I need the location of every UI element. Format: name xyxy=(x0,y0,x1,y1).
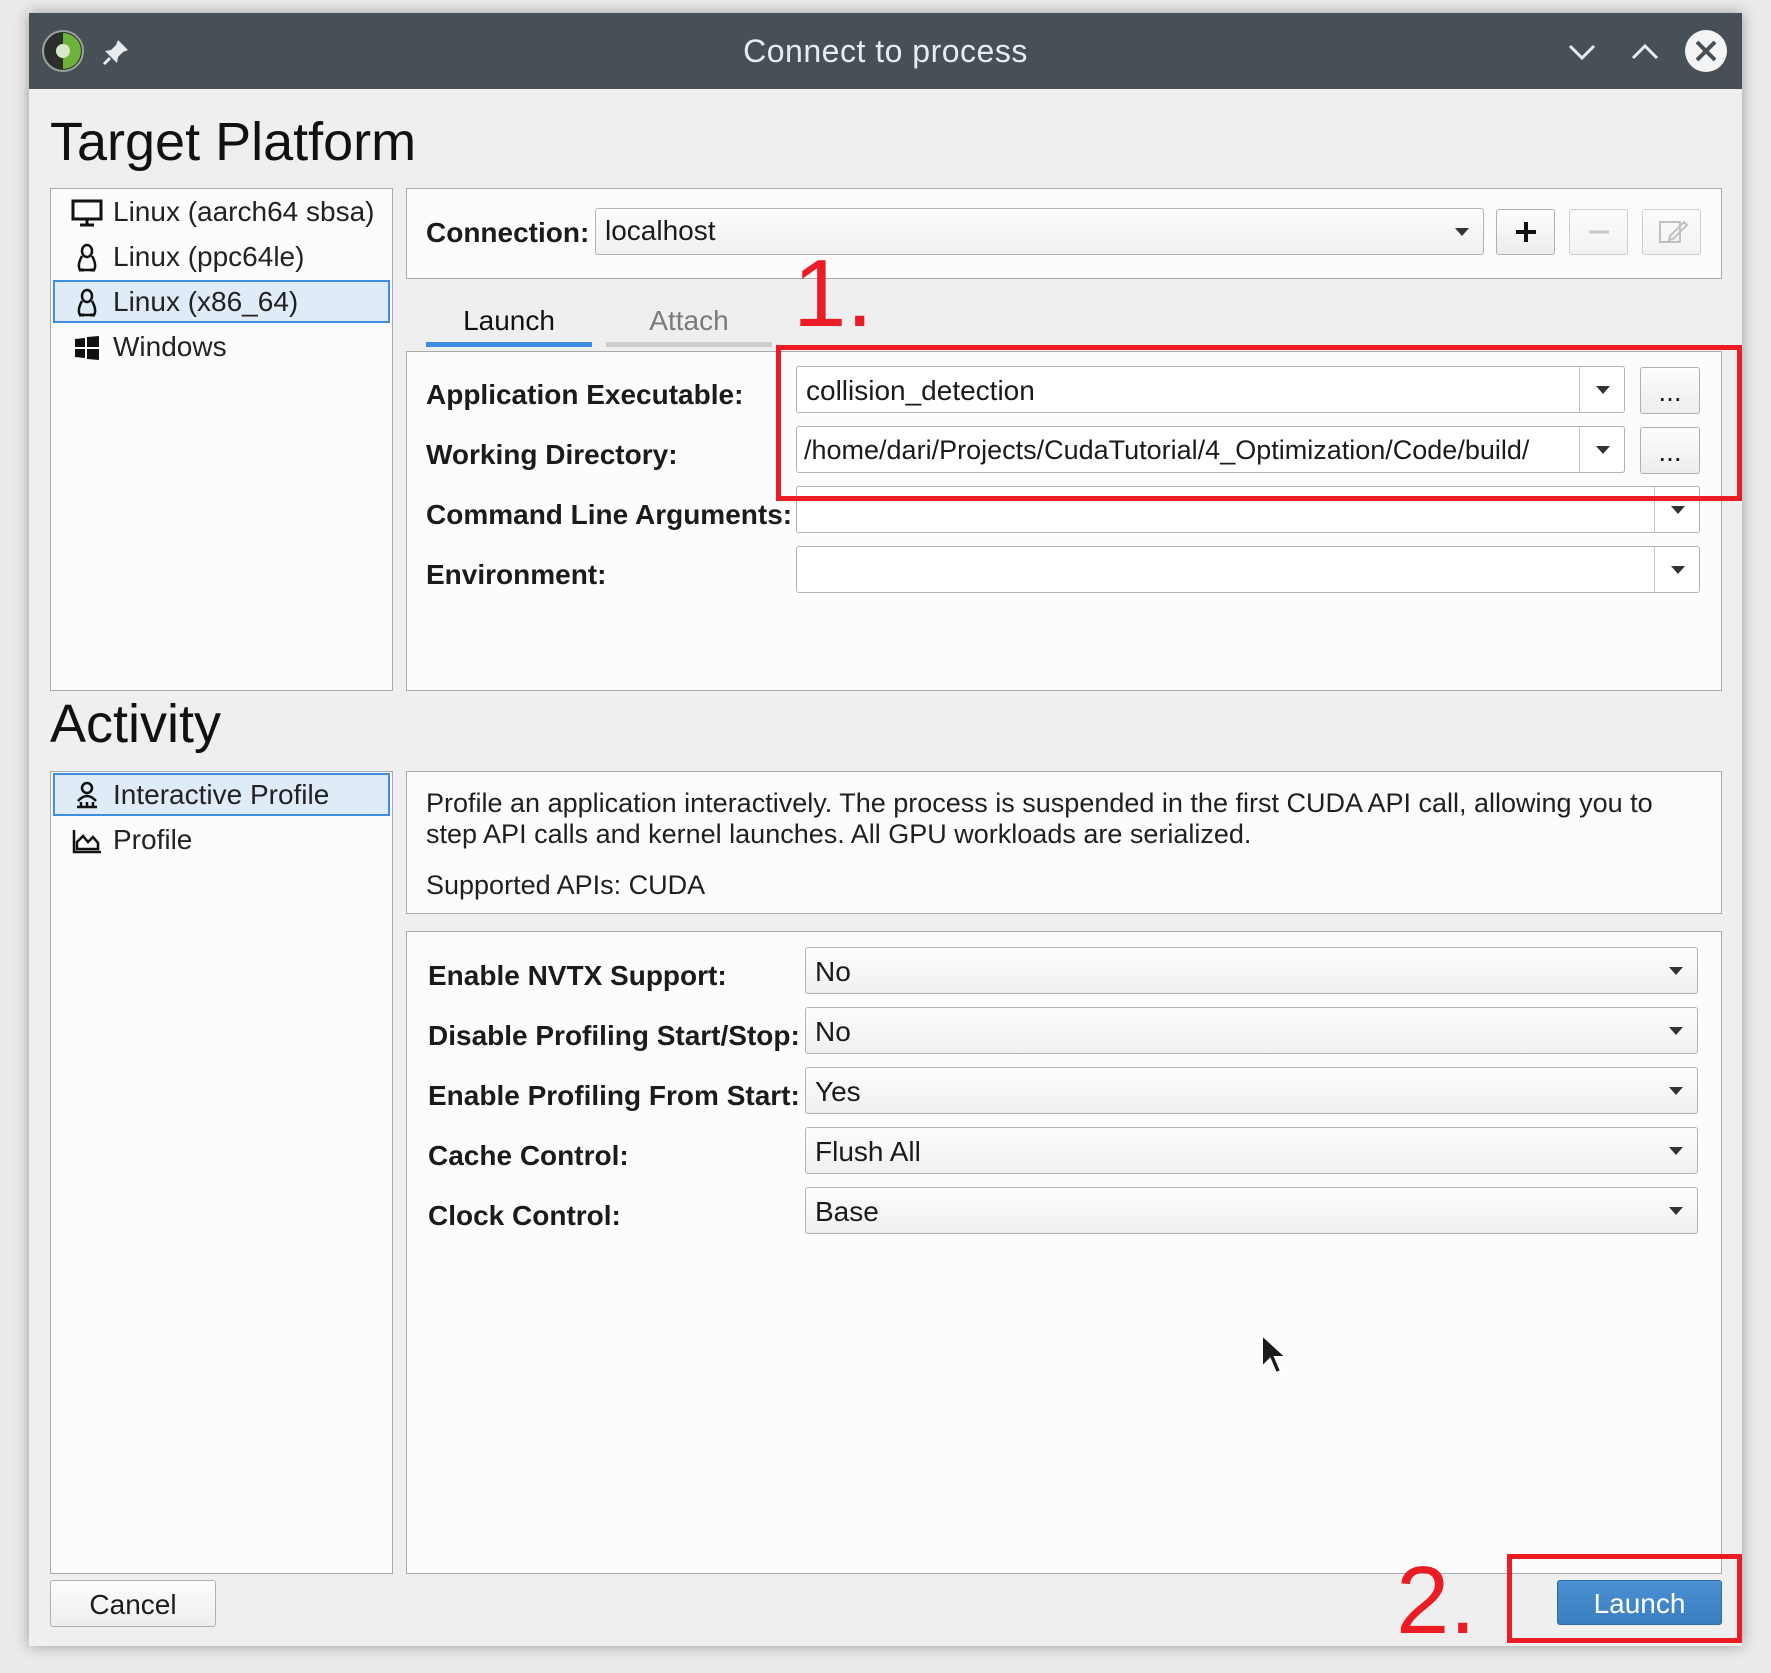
option-value: No xyxy=(815,956,851,987)
option-label: Enable NVTX Support: xyxy=(428,960,727,991)
connect-dialog: Connect to process Target Platform Linux… xyxy=(29,13,1742,1646)
tab-attach-label: Attach xyxy=(649,305,729,336)
edit-icon xyxy=(1659,220,1689,243)
linux-penguin-icon xyxy=(71,288,103,318)
platform-list: Linux (aarch64 sbsa) Linux (ppc64le) Lin… xyxy=(50,188,393,691)
cmdargs-label: Command Line Arguments: xyxy=(426,499,793,530)
target-platform-heading: Target Platform xyxy=(50,112,417,172)
activity-description: Profile an application interactively. Th… xyxy=(426,788,1653,849)
platform-item-windows[interactable]: Windows xyxy=(53,325,390,368)
activity-description-panel: Profile an application interactively. Th… xyxy=(406,771,1722,914)
windows-logo-icon xyxy=(71,333,103,363)
option-value: Yes xyxy=(815,1076,861,1107)
activity-label: Profile xyxy=(113,824,193,855)
option-label: Clock Control: xyxy=(428,1200,621,1231)
enable-profiling-from-start-select[interactable]: Yes xyxy=(805,1067,1698,1114)
linux-penguin-icon xyxy=(71,243,103,273)
platform-label: Windows xyxy=(113,331,227,362)
tab-launch[interactable]: Launch xyxy=(426,293,592,347)
connection-label: Connection: xyxy=(426,217,590,248)
maximize-button[interactable] xyxy=(1627,35,1663,69)
chevron-down-icon[interactable] xyxy=(1671,505,1685,514)
activity-label: Interactive Profile xyxy=(113,779,330,810)
platform-item-linux-ppc64le[interactable]: Linux (ppc64le) xyxy=(53,235,390,278)
environment-label: Environment: xyxy=(426,559,607,590)
platform-label: Linux (ppc64le) xyxy=(113,241,305,272)
annotation-step2-number: 2. xyxy=(1396,1547,1477,1647)
close-button[interactable] xyxy=(1684,29,1728,73)
option-label: Enable Profiling From Start: xyxy=(428,1080,800,1111)
option-label: Disable Profiling Start/Stop: xyxy=(428,1020,800,1051)
activity-options-panel: Enable NVTX Support: No Disable Profilin… xyxy=(406,931,1722,1574)
activity-heading: Activity xyxy=(50,694,222,754)
tab-launch-underline xyxy=(426,342,592,347)
environment-input[interactable] xyxy=(796,546,1700,593)
connection-panel: Connection: localhost xyxy=(406,188,1722,279)
plus-icon xyxy=(1516,222,1536,242)
cache-control-select[interactable]: Flush All xyxy=(805,1127,1698,1174)
window-title: Connect to process xyxy=(743,33,1028,69)
activity-item-interactive-profile[interactable]: Interactive Profile xyxy=(53,773,390,816)
interactive-profile-icon xyxy=(71,781,103,811)
edit-connection-button[interactable] xyxy=(1642,209,1701,255)
activity-item-profile[interactable]: Profile xyxy=(53,818,390,861)
tab-attach-underline xyxy=(606,342,772,347)
nvtx-support-select[interactable]: No xyxy=(805,947,1698,994)
workdir-label: Working Directory: xyxy=(426,439,678,470)
chevron-down-icon xyxy=(1669,1206,1683,1215)
profile-chart-icon xyxy=(71,826,103,856)
monitor-icon xyxy=(71,198,103,228)
chevron-down-icon xyxy=(1669,1026,1683,1035)
annotation-step1-number: 1. xyxy=(793,240,874,347)
platform-item-linux-aarch64[interactable]: Linux (aarch64 sbsa) xyxy=(53,190,390,233)
option-label: Cache Control: xyxy=(428,1140,629,1171)
title-bar: Connect to process xyxy=(29,13,1742,89)
connection-value: localhost xyxy=(605,215,716,246)
platform-item-linux-x86-64[interactable]: Linux (x86_64) xyxy=(53,280,390,323)
activity-list: Interactive Profile Profile xyxy=(50,771,393,1574)
cancel-button[interactable]: Cancel xyxy=(50,1580,216,1627)
chevron-down-icon xyxy=(1669,966,1683,975)
annotation-box-step1 xyxy=(776,345,1742,501)
minus-icon xyxy=(1589,230,1609,234)
remove-connection-button[interactable] xyxy=(1569,209,1628,255)
annotation-box-step2 xyxy=(1507,1554,1742,1643)
chevron-down-icon xyxy=(1669,1086,1683,1095)
chevron-down-icon[interactable] xyxy=(1671,565,1685,574)
minimize-button[interactable] xyxy=(1564,35,1600,69)
tab-launch-label: Launch xyxy=(463,305,555,336)
connection-select[interactable]: localhost xyxy=(595,208,1484,255)
chevron-down-icon xyxy=(1455,227,1469,236)
disable-profiling-start-stop-select[interactable]: No xyxy=(805,1007,1698,1054)
chevron-down-icon xyxy=(1669,1146,1683,1155)
platform-label: Linux (x86_64) xyxy=(113,286,299,317)
mouse-cursor-icon xyxy=(1260,1332,1289,1377)
option-value: Base xyxy=(815,1196,879,1227)
supported-apis: Supported APIs: CUDA xyxy=(426,870,706,900)
add-connection-button[interactable] xyxy=(1496,209,1555,255)
app-exe-label: Application Executable: xyxy=(426,379,744,410)
tab-attach[interactable]: Attach xyxy=(606,293,772,347)
clock-control-select[interactable]: Base xyxy=(805,1187,1698,1234)
option-value: No xyxy=(815,1016,851,1047)
platform-label: Linux (aarch64 sbsa) xyxy=(113,196,375,227)
option-value: Flush All xyxy=(815,1136,921,1167)
